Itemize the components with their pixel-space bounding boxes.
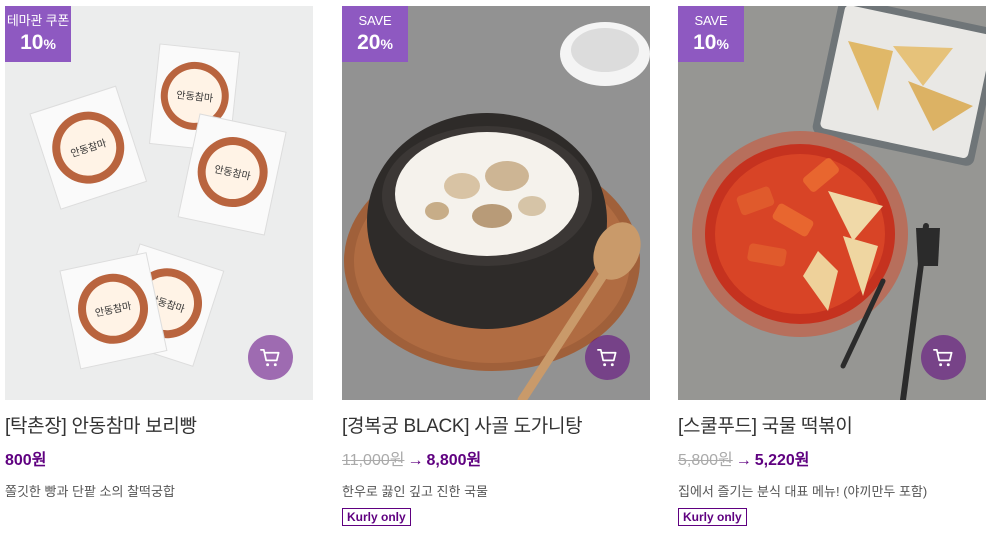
price-row: 800원 [5,450,313,472]
badge-label: 테마관 쿠폰 [6,13,70,28]
add-to-cart-button[interactable] [248,335,293,380]
product-image[interactable]: SAVE 10% [678,6,986,400]
product-description: 쫄깃한 빵과 단팥 소의 찰떡궁합 [5,484,175,499]
sale-price: 800원 [5,452,47,469]
badge-percent: 10% [20,31,56,54]
badge-percent: 20% [357,31,393,54]
product-description: 한우로 끓인 깊고 진한 국물 [342,484,489,499]
discount-badge: SAVE 20% [342,6,408,62]
kurly-only-tag: Kurly only [342,508,411,526]
badge-label: SAVE [694,13,728,28]
price-arrow: → [407,452,424,469]
original-price: 11,000원 [342,452,405,469]
product-card[interactable]: SAVE 20% [경복궁 BLACK] 사골 도가니탕 11,000원 → 8,8… [342,6,650,526]
badge-label: SAVE [358,13,392,28]
badge-percent: 10% [693,31,729,54]
discount-badge: 테마관 쿠폰 10% [5,6,71,62]
product-name[interactable]: [스쿨푸드] 국물 떡볶이 [678,415,986,439]
original-price: 5,800원 [678,452,733,469]
product-description: 집에서 즐기는 분식 대표 메뉴! (야끼만두 포함) [678,484,928,499]
product-image[interactable]: SAVE 20% [342,6,650,400]
kurly-only-tag: Kurly only [678,508,747,526]
cart-icon [260,348,280,367]
discount-badge: SAVE 10% [678,6,744,62]
cart-icon [597,348,617,367]
product-name[interactable]: [경복궁 BLACK] 사골 도가니탕 [342,415,650,439]
sale-price: 5,220원 [754,452,810,469]
add-to-cart-button[interactable] [585,335,630,380]
cart-icon [933,348,953,367]
add-to-cart-button[interactable] [921,335,966,380]
product-card[interactable]: SAVE 10% [스쿨푸드] 국물 떡볶이 5,800원 → 5,220원 집에서… [678,6,986,526]
price-arrow: → [735,452,752,469]
price-row: 5,800원 → 5,220원 [678,450,986,472]
product-card[interactable]: 안동참마 안동참마 안동참마 안동참마 안동참마 테마관 쿠폰 10% [탁촌장… [5,6,313,501]
price-row: 11,000원 → 8,800원 [342,450,650,472]
product-name[interactable]: [탁촌장] 안동참마 보리빵 [5,415,313,439]
sale-price: 8,800원 [426,452,482,469]
product-image[interactable]: 안동참마 안동참마 안동참마 안동참마 안동참마 테마관 쿠폰 10% [5,6,313,400]
